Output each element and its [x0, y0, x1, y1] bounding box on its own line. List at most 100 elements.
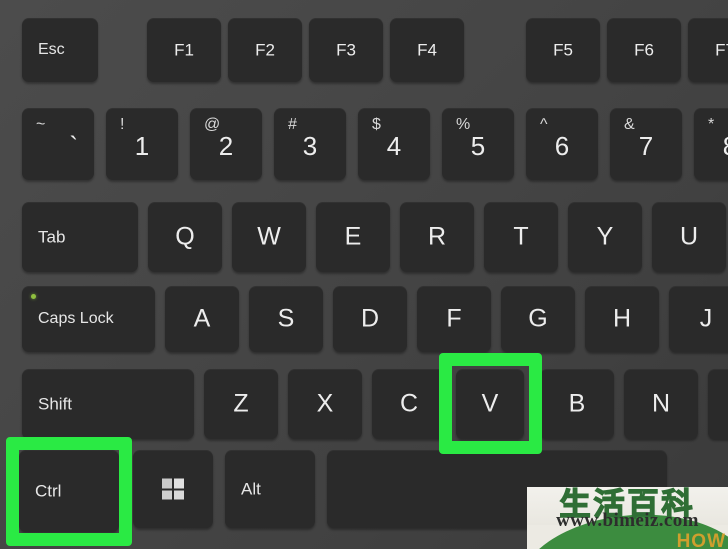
key-label: Z — [233, 389, 249, 418]
key-key-t[interactable]: T — [484, 202, 558, 272]
key-key-s[interactable]: S — [249, 286, 323, 352]
key-f3[interactable]: F3 — [309, 18, 383, 82]
key-label: W — [257, 222, 281, 251]
caps-lock-led-icon — [31, 294, 36, 299]
key-key-a[interactable]: A — [165, 286, 239, 352]
key-shift-symbol: # — [288, 116, 297, 133]
key-shift-symbol: % — [456, 116, 471, 133]
key-key-z[interactable]: Z — [204, 369, 278, 439]
key-digit-5[interactable]: % 5 — [442, 108, 514, 180]
key-key-w[interactable]: W — [232, 202, 306, 272]
key-key-n[interactable]: N — [624, 369, 698, 439]
key-label: 6 — [554, 131, 570, 162]
key-label: J — [699, 304, 713, 333]
key-label: G — [528, 304, 548, 333]
key-label: Esc — [38, 41, 65, 58]
watermark-url: www.bimeiz.com — [556, 510, 699, 531]
key-key-j[interactable]: J — [669, 286, 728, 352]
key-label: A — [193, 304, 211, 333]
key-key-h[interactable]: H — [585, 286, 659, 352]
key-digit-6[interactable]: ^ 6 — [526, 108, 598, 180]
key-f1[interactable]: F1 — [147, 18, 221, 82]
key-key-x[interactable]: X — [288, 369, 362, 439]
key-label: F — [446, 304, 462, 333]
key-label: 3 — [302, 131, 318, 162]
watermark-ghost-text: HOW — [676, 531, 726, 549]
key-label: Q — [175, 222, 195, 251]
keyboard-photo: EscF1F2F3F4F5F6F7~`!1@2#3$4%5^6&7*8TabQW… — [0, 0, 728, 549]
key-backtick[interactable]: ~ ` — [22, 108, 94, 180]
key-label: F2 — [255, 40, 275, 60]
key-label: F5 — [553, 40, 573, 60]
key-digit-1[interactable]: ! 1 — [106, 108, 178, 180]
key-label: H — [612, 304, 632, 333]
key-label: Tab — [38, 227, 66, 247]
key-ctrl-left[interactable]: Ctrl — [19, 450, 119, 532]
key-label: F7 — [715, 40, 728, 60]
key-shift-symbol: @ — [204, 116, 221, 133]
key-label: C — [399, 389, 419, 418]
windows-logo-icon — [162, 478, 184, 500]
key-label: F1 — [174, 40, 194, 60]
key-f2[interactable]: F2 — [228, 18, 302, 82]
key-windows[interactable] — [133, 450, 213, 528]
key-label: R — [427, 222, 447, 251]
key-label: ` — [69, 131, 78, 162]
key-digit-4[interactable]: $4 — [358, 108, 430, 180]
key-key-m[interactable] — [708, 369, 728, 439]
key-key-r[interactable]: R — [400, 202, 474, 272]
key-label: 7 — [638, 131, 654, 162]
key-alt-left[interactable]: Alt — [225, 450, 315, 528]
key-f6[interactable]: F6 — [607, 18, 681, 82]
key-label: Caps Lock — [38, 310, 114, 327]
site-watermark: 生活百科 www.bimeiz.com HOW — [527, 487, 728, 549]
key-label: Y — [596, 222, 614, 251]
key-digit-8[interactable]: *8 — [694, 108, 728, 180]
key-digit-2[interactable]: @2 — [190, 108, 262, 180]
key-label: X — [316, 389, 334, 418]
key-label: Ctrl — [35, 481, 62, 501]
key-esc[interactable]: Esc — [22, 18, 98, 82]
key-f7[interactable]: F7 — [688, 18, 728, 82]
key-label: Shift — [38, 394, 73, 414]
key-label: U — [679, 222, 699, 251]
key-label: E — [344, 222, 362, 251]
key-shift-left[interactable]: Shift — [22, 369, 194, 439]
key-key-u[interactable]: U — [652, 202, 726, 272]
key-label: F3 — [336, 40, 356, 60]
key-label: 4 — [386, 131, 402, 162]
key-tab[interactable]: Tab — [22, 202, 138, 272]
key-key-g[interactable]: G — [501, 286, 575, 352]
key-key-c[interactable]: C — [372, 369, 446, 439]
key-caps-lock[interactable]: Caps Lock — [22, 286, 155, 352]
key-f4[interactable]: F4 — [390, 18, 464, 82]
key-digit-7[interactable]: & 7 — [610, 108, 682, 180]
key-label: 2 — [218, 131, 234, 162]
key-label: D — [360, 304, 380, 333]
key-label: S — [277, 304, 295, 333]
key-label: V — [481, 389, 499, 418]
key-f5[interactable]: F5 — [526, 18, 600, 82]
key-label: F4 — [417, 40, 437, 60]
key-key-y[interactable]: Y — [568, 202, 642, 272]
key-key-q[interactable]: Q — [148, 202, 222, 272]
key-label: F6 — [634, 40, 654, 60]
key-label: Alt — [241, 479, 261, 499]
key-label: T — [513, 222, 529, 251]
key-key-f[interactable]: F — [417, 286, 491, 352]
key-label: 5 — [470, 131, 486, 162]
key-label: 1 — [134, 131, 150, 162]
key-label: B — [568, 389, 586, 418]
key-shift-symbol: ~ — [36, 116, 46, 133]
key-shift-symbol: & — [624, 116, 635, 133]
key-shift-symbol: ! — [120, 116, 125, 133]
key-key-d[interactable]: D — [333, 286, 407, 352]
key-label: N — [651, 389, 671, 418]
key-digit-3[interactable]: #3 — [274, 108, 346, 180]
key-key-b[interactable]: B — [540, 369, 614, 439]
key-key-v[interactable]: V — [456, 369, 524, 439]
key-label: 8 — [694, 133, 728, 159]
key-shift-symbol: * — [708, 116, 715, 133]
key-shift-symbol: ^ — [540, 116, 548, 133]
key-key-e[interactable]: E — [316, 202, 390, 272]
